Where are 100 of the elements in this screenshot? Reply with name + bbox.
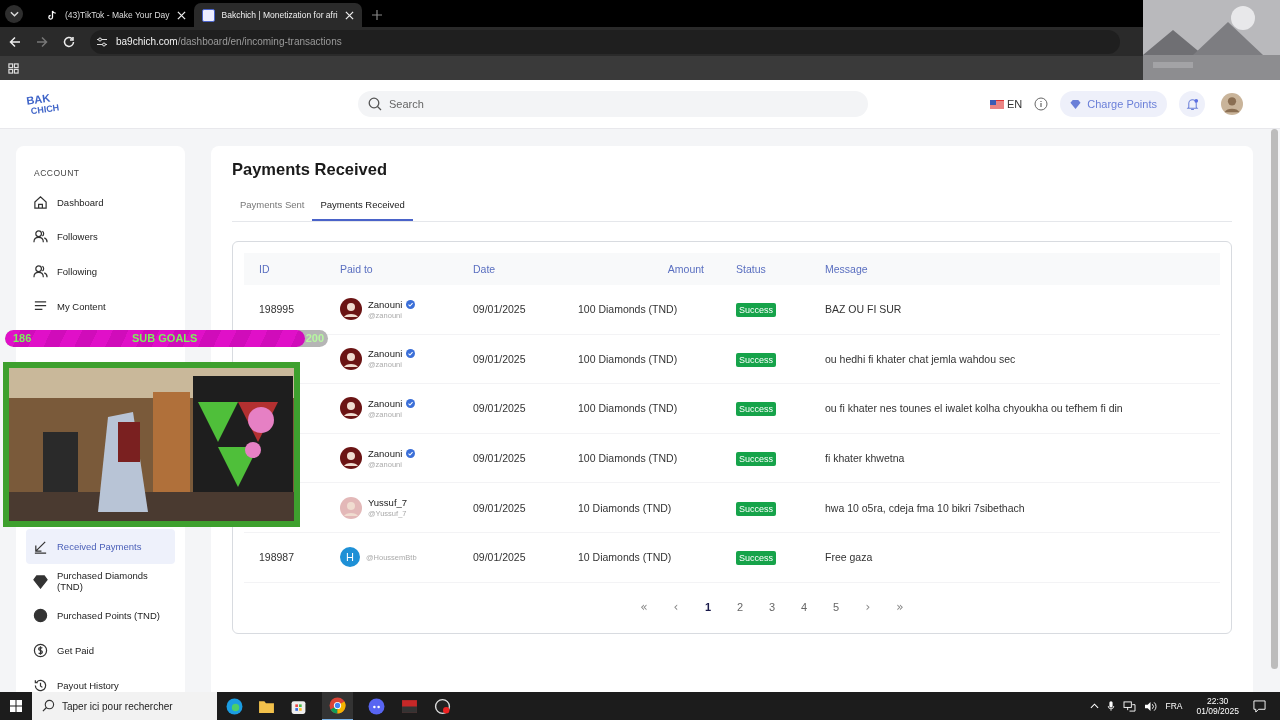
table-cell: BAZ OU FI SUR <box>825 303 902 316</box>
sidebar-item[interactable]: Received Payments <box>26 529 175 564</box>
search-field[interactable]: Search <box>358 91 868 117</box>
verified-icon <box>406 448 416 458</box>
table-cell: 100 Diamonds (TND) <box>578 352 678 365</box>
verified-icon <box>406 349 416 359</box>
chat-app-icon[interactable] <box>368 697 385 715</box>
people-icon <box>33 229 48 245</box>
page-button[interactable]: 1 <box>692 597 724 616</box>
coin-icon <box>33 608 48 624</box>
status-badge: Success <box>736 352 776 367</box>
user-avatar[interactable] <box>1221 93 1243 115</box>
scrollbar[interactable] <box>1271 129 1278 669</box>
language-indicator[interactable]: FRA <box>1165 701 1183 711</box>
close-icon[interactable] <box>176 10 186 20</box>
column-header: Amount <box>666 263 705 275</box>
people-icon <box>33 264 48 279</box>
apps-icon[interactable] <box>8 62 19 74</box>
reload-icon[interactable] <box>63 35 75 48</box>
sidebar-item[interactable]: Following <box>26 254 175 289</box>
microphone-icon[interactable] <box>1107 700 1116 712</box>
record-app-icon[interactable] <box>434 697 451 715</box>
site-info-icon[interactable] <box>96 35 108 48</box>
status-badge: Success <box>736 551 776 566</box>
page-button[interactable]: 4 <box>788 597 820 616</box>
sidebar-item[interactable]: My Content <box>26 288 175 324</box>
chrome-icon[interactable] <box>322 691 353 720</box>
search-icon <box>42 699 55 712</box>
taskbar-search-field[interactable]: Taper ici pour rechercher <box>32 692 217 720</box>
windows-icon[interactable] <box>10 700 22 712</box>
notification-icon[interactable] <box>1253 699 1266 713</box>
user-avatar: H <box>340 547 360 568</box>
column-header: ID <box>258 263 271 275</box>
goal-target: 200 <box>305 332 324 344</box>
forward-icon[interactable] <box>36 35 48 48</box>
language-selector[interactable]: EN <box>990 98 1023 110</box>
sidebar-item[interactable]: Dashboard <box>26 185 175 220</box>
table-cell: 100 Diamonds (TND) <box>578 452 678 465</box>
table-cell: 09/01/2025 <box>473 402 526 415</box>
bell-icon <box>1185 97 1199 111</box>
logo[interactable]: BAK CHICH <box>25 90 69 118</box>
home-icon <box>33 194 48 210</box>
table-cell: ou fi khater nes tounes el iwalet kolha chyoukha ou tefhem fi din <box>825 402 1123 415</box>
notification-button[interactable] <box>1179 91 1205 117</box>
status-badge: Success <box>736 501 776 516</box>
chevron-up-icon[interactable] <box>1090 703 1100 709</box>
browser-tab[interactable]: (43)TikTok - Make Your Day <box>33 3 194 27</box>
tab[interactable]: Payments Sent <box>232 199 313 221</box>
new-tab-icon[interactable] <box>371 10 382 20</box>
speaker-icon[interactable] <box>1144 700 1158 712</box>
tab[interactable]: Payments Received <box>312 199 413 221</box>
status-badge: Success <box>736 402 776 417</box>
table-cell: ou hedhi fi khater chat jemla wahdou sec <box>825 352 1016 365</box>
user-name: Zanouni <box>368 398 403 409</box>
table-cell: 100 Diamonds (TND) <box>578 303 678 316</box>
table-cell: 10 Diamonds (TND) <box>578 551 672 564</box>
app-icon[interactable] <box>400 697 419 715</box>
status-badge: Success <box>736 452 776 467</box>
diamond-icon <box>33 573 48 589</box>
column-header: Paid to <box>339 263 374 275</box>
back-icon[interactable] <box>9 35 21 48</box>
tab-list-button[interactable] <box>5 5 23 23</box>
sidebar-item[interactable]: Get Paid <box>26 633 175 668</box>
site-icon <box>201 8 215 22</box>
table-cell: 09/01/2025 <box>473 303 526 316</box>
info-icon[interactable] <box>1034 97 1049 111</box>
search-icon <box>368 97 382 111</box>
table-cell: 09/01/2025 <box>473 452 526 465</box>
page-button[interactable]: 5 <box>820 597 852 616</box>
note-icon <box>47 9 58 21</box>
sidebar-item[interactable]: Purchased Diamonds (TND) <box>26 563 175 599</box>
page-button[interactable]: 2 <box>724 597 756 616</box>
table-cell: 09/01/2025 <box>473 551 526 564</box>
browser-tab[interactable]: Bakchich | Monetization for afri <box>193 3 362 27</box>
close-icon[interactable] <box>344 10 354 20</box>
goal-count: 186 <box>13 332 32 344</box>
table-cell: hwa 10 o5ra, cdeja fma 10 bikri 7sibethach <box>825 501 1025 514</box>
address-field[interactable]: ba9chich.com/dashboard/en/incoming-transactions <box>90 29 1120 54</box>
section-label: ACCOUNT <box>33 168 81 178</box>
page-button[interactable]: 3 <box>756 597 788 616</box>
column-header: Status <box>735 263 767 275</box>
table-cell: 09/01/2025 <box>473 501 526 514</box>
browser-icon[interactable] <box>226 697 243 715</box>
status-badge: Success <box>736 303 776 318</box>
table-cell: 09/01/2025 <box>473 352 526 365</box>
verified-icon <box>406 299 416 309</box>
history-icon <box>33 677 48 692</box>
verified-icon <box>406 399 416 408</box>
sidebar-item[interactable]: Followers <box>26 219 175 255</box>
goal-label: SUB GOALS <box>132 332 198 344</box>
table-cell: 10 Diamonds (TND) <box>578 501 672 514</box>
flag-icon <box>990 99 1004 109</box>
column-header: Message <box>824 263 869 275</box>
network-icon[interactable] <box>1123 700 1137 712</box>
user-name: Zanouni <box>368 348 403 360</box>
clock[interactable]: 22:30 01/09/2025 <box>1196 696 1239 716</box>
sidebar-item[interactable]: Payout History <box>26 667 175 692</box>
table-cell: 100 Diamonds (TND) <box>578 402 678 415</box>
sidebar-item[interactable]: Purchased Points (TND) <box>26 598 175 634</box>
diamond-icon <box>1070 98 1082 110</box>
